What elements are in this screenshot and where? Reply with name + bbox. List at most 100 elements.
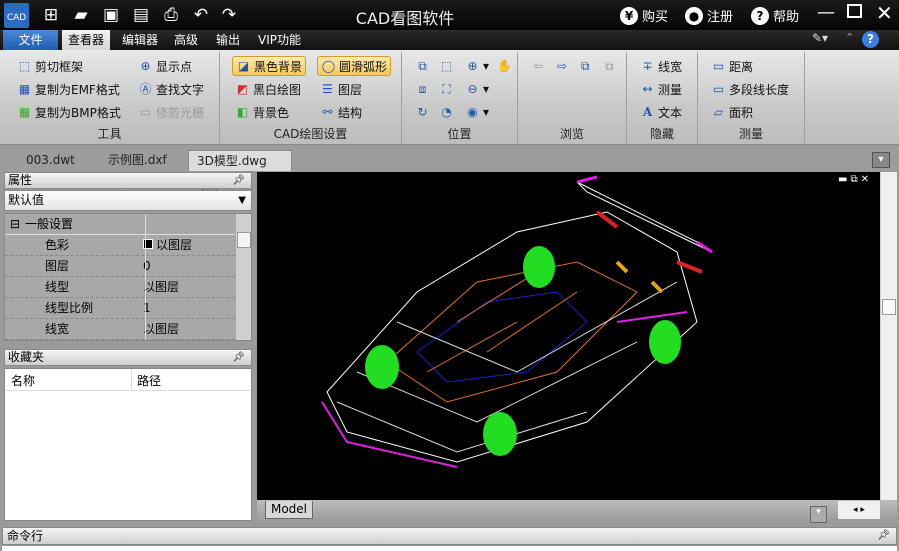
table-row[interactable]: 图层 0 — [5, 256, 235, 277]
rotate-3d-icon[interactable]: ↻ — [412, 102, 433, 122]
copy-view-icon[interactable]: ⧉ — [602, 56, 617, 76]
ribbon-help-icon[interactable]: ? — [862, 31, 879, 48]
vertical-scrollbar[interactable] — [880, 172, 897, 500]
export-icon[interactable]: ⧉ — [578, 56, 593, 76]
menu-file[interactable]: 文件 — [3, 30, 58, 50]
label: 测量 — [658, 82, 683, 97]
label: 背景色 — [253, 105, 290, 120]
forward-arrow-icon[interactable]: ⇨ — [554, 56, 570, 76]
label: 剪切框架 — [35, 59, 84, 74]
black-white-button[interactable]: ◩ 黑白绘图 — [232, 79, 304, 99]
distance-button[interactable]: ▭ 距离 — [708, 56, 756, 76]
back-arrow-icon[interactable]: ⇦ — [530, 56, 546, 76]
section-label: 一般设置 — [25, 217, 74, 231]
pin-icon[interactable]: 📌︎ — [232, 173, 245, 188]
favorites-list: 名称 路径 — [4, 368, 252, 521]
minimize-button[interactable]: — — [817, 2, 835, 23]
buy-label: 购买 — [642, 10, 669, 25]
group-measure: ▭ 距离 ▭ 多段线长度 ▱ 面积 测量 — [698, 52, 805, 144]
ruler-icon: ▭ — [712, 58, 725, 73]
view-icon[interactable]: ⧈ — [412, 79, 433, 99]
table-row[interactable]: 色彩 以图层 — [5, 235, 235, 256]
close-button[interactable]: ✕ — [876, 1, 893, 25]
doc-tab-active[interactable]: 3D模型.dwg✕ — [188, 150, 292, 191]
group-hide: ∓ 线宽 ↔ 测量 A 文本 隐藏 — [627, 52, 698, 144]
car-wireframe-drawing — [321, 175, 713, 468]
smooth-arc-button[interactable]: ◯ 圆滑弧形 — [317, 56, 392, 76]
lineweight-icon: ∓ — [642, 58, 653, 73]
column-name[interactable]: 名称 — [11, 372, 35, 389]
group-label: 测量 — [738, 127, 763, 141]
collapse-ribbon-icon[interactable]: ⌃ — [845, 31, 854, 44]
black-background-button[interactable]: ◪ 黑色背景 — [232, 56, 307, 76]
zoom-extents-icon[interactable]: ⛶ — [436, 79, 457, 99]
orbit-icon[interactable]: ◉ ▾ — [462, 102, 492, 122]
clip-frame-button[interactable]: ⬚ 剪切框架 — [14, 56, 86, 76]
group-cad-settings: ◪ 黑色背景 ◩ 黑白绘图 ◧ 背景色 ◯ 圆滑弧形 ☰ 图层 ⚯ 结构 CAD绘图设置 — [220, 52, 402, 144]
tab-editor[interactable]: 编辑器 — [116, 30, 164, 50]
polyline-ruler-icon: ▭ — [712, 81, 725, 96]
panel-title: 命令行 — [7, 529, 44, 543]
dimension-toggle[interactable]: ↔ 测量 — [637, 79, 685, 99]
section-general[interactable]: ⊟ 一般设置 — [5, 214, 235, 235]
group-label: 工具 — [97, 127, 122, 141]
tab-list-dropdown[interactable]: ▾ — [872, 152, 890, 168]
viewport-window-controls[interactable]: ▬⧉✕ — [838, 174, 872, 185]
zoom-window-icon[interactable]: ⬚ — [436, 56, 457, 76]
layout-dropdown-icon[interactable]: ▾ — [810, 506, 827, 523]
table-row[interactable]: 线型 以图层 — [5, 277, 235, 298]
horizontal-scroll-arrows[interactable]: ◂ ▸ — [838, 501, 880, 519]
copy-emf-button[interactable]: ▦ 复制为EMF格式 — [14, 79, 123, 99]
prop-value: 以图层 — [143, 235, 192, 255]
tab-output[interactable]: 输出 — [210, 30, 246, 50]
structure-button[interactable]: ⚯ 结构 — [317, 102, 365, 122]
pin-icon[interactable]: 📌︎ — [877, 528, 890, 544]
layers-button[interactable]: ☰ 图层 — [317, 79, 365, 99]
raster-icon: ▭ — [139, 104, 152, 119]
style-icon[interactable]: ✎▾ — [812, 31, 828, 45]
drawing-canvas[interactable]: ▬⧉✕ — [257, 172, 880, 500]
dropdown-value: 默认值 — [8, 193, 45, 207]
properties-dropdown[interactable]: 默认值 ▼ — [4, 190, 252, 211]
tab-advanced[interactable]: 高级 — [168, 30, 204, 50]
label: 文本 — [658, 105, 683, 120]
help-button[interactable]: ? 帮助 — [751, 6, 799, 25]
maximize-button[interactable] — [847, 4, 862, 18]
property-scrollbar[interactable] — [236, 214, 251, 340]
trim-raster-button[interactable]: ▭ 修剪光栅 — [135, 102, 207, 122]
find-text-button[interactable]: Ⓐ 查找文字 — [135, 79, 207, 99]
area-button[interactable]: ▱ 面积 — [708, 102, 756, 122]
doc-tab[interactable]: 示例图.dxf — [100, 150, 175, 171]
label: 多段线长度 — [729, 82, 790, 97]
command-line-output[interactable] — [2, 546, 897, 551]
text-toggle[interactable]: A 文本 — [637, 102, 685, 122]
zoom-realtime-icon[interactable]: ◔ — [436, 102, 457, 122]
buy-button[interactable]: ¥ 购买 — [620, 6, 668, 25]
zoom-out-icon[interactable]: ⊖ ▾ — [462, 79, 492, 99]
model-tab[interactable]: Model — [265, 501, 313, 519]
table-row[interactable]: 线型比例 1 — [5, 298, 235, 319]
panel-title: 收藏夹 — [8, 350, 45, 364]
properties-header: 属性 📌︎ — [4, 172, 252, 189]
pin-icon[interactable]: 📌︎ — [232, 350, 245, 365]
register-button[interactable]: ● 注册 — [685, 6, 733, 25]
tab-viewer[interactable]: 查看器 — [62, 30, 111, 50]
copy-bmp-button[interactable]: ▦ 复制为BMP格式 — [14, 102, 124, 122]
lineweight-toggle[interactable]: ∓ 线宽 — [637, 56, 685, 76]
fit-icon[interactable]: ⧉ — [412, 56, 433, 76]
zoom-in-icon[interactable]: ⊕ ▾ — [462, 56, 492, 76]
doc-tab[interactable]: 003.dwt — [18, 150, 83, 171]
column-path[interactable]: 路径 — [137, 372, 161, 389]
favorites-header: 收藏夹 📌︎ — [4, 349, 252, 366]
show-points-button[interactable]: ⊕ 显示点 — [135, 56, 195, 76]
bg-color-icon: ◧ — [236, 104, 249, 119]
table-row[interactable]: 线宽 以图层 — [5, 319, 235, 340]
label: 图层 — [338, 82, 363, 97]
bg-color-button[interactable]: ◧ 背景色 — [232, 102, 292, 122]
pan-hand-icon[interactable]: ✋ — [494, 56, 515, 76]
text-icon: A — [642, 104, 653, 119]
group-label: 浏览 — [559, 127, 584, 141]
polyline-length-button[interactable]: ▭ 多段线长度 — [708, 79, 792, 99]
collapse-icon[interactable]: ⊟ — [10, 214, 20, 234]
tab-vip[interactable]: VIP功能 — [252, 30, 307, 50]
